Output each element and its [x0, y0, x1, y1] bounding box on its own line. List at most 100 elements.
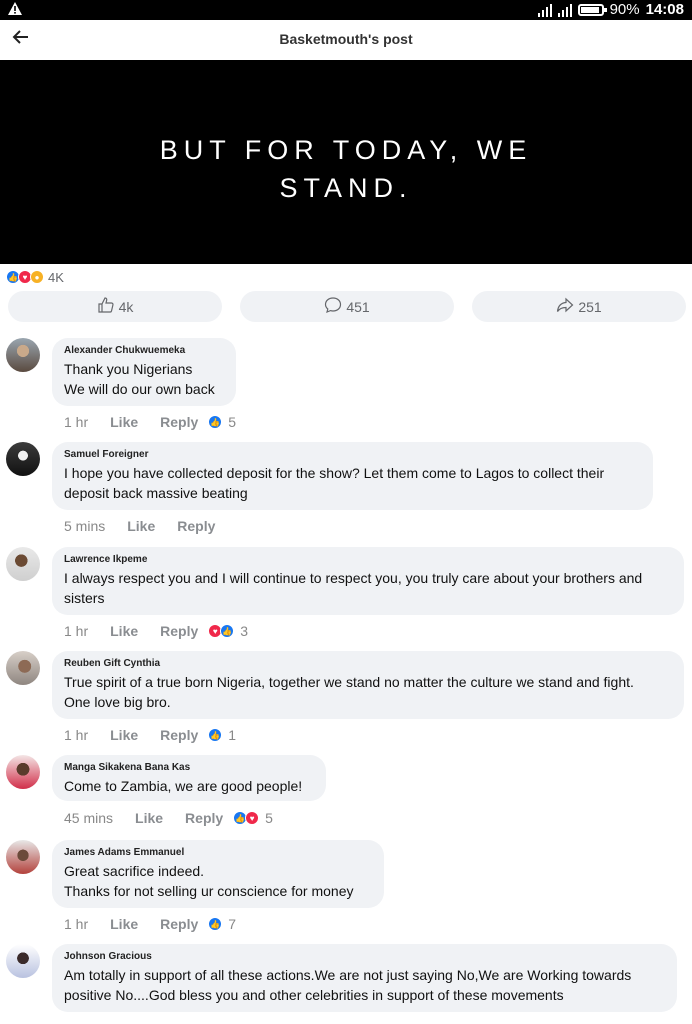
comment-reactions[interactable]: 👍 [208, 728, 223, 742]
comment-author[interactable]: Samuel Foreigner [64, 449, 641, 460]
comment-text: True spirit of a true born Nigeria, toge… [64, 672, 672, 712]
signal-icon [557, 3, 572, 17]
comment-reply-button[interactable]: Reply [160, 623, 198, 639]
like-count: 4k [118, 298, 134, 315]
comment-meta: 1 hr Like Reply ♥ 👍 3 [64, 623, 248, 639]
comment-meta: 1 hr Like Reply 👍 7 [64, 916, 236, 932]
comment-text-line: Thank you Nigerians [64, 361, 193, 377]
comment-like-button[interactable]: Like [110, 623, 138, 639]
comment-time: 5 mins [64, 518, 106, 534]
avatar[interactable] [6, 442, 40, 476]
comment-text: I hope you have collected deposit for th… [64, 463, 641, 503]
post-actions: 4k 451 251 [8, 291, 686, 323]
comment-bubble[interactable]: James Adams Emmanuel Great sacrifice ind… [52, 840, 384, 908]
page-title: Basketmouth's post [279, 31, 413, 47]
clock: 14:08 [645, 1, 684, 18]
comment-author[interactable]: James Adams Emmanuel [64, 847, 372, 858]
comment-bubble[interactable]: Johnson Gracious Am totally in support o… [52, 944, 677, 1012]
avatar[interactable] [6, 651, 40, 685]
comment-text: Great sacrifice indeed. Thanks for not s… [64, 861, 372, 901]
post-image-text-line1: BUT FOR TODAY, WE [159, 135, 533, 165]
like-button[interactable]: 4k [8, 291, 222, 322]
app-header: Basketmouth's post [0, 20, 692, 60]
avatar[interactable] [6, 840, 40, 874]
status-bar: 90% 14:08 [0, 0, 692, 20]
comment-reactions[interactable]: 👍 [208, 917, 223, 931]
comment-text-line: Thanks for not selling ur conscience for… [64, 883, 354, 899]
comment-text-line: We will do our own back [64, 381, 215, 397]
share-icon [556, 296, 574, 317]
comment-bubble[interactable]: Lawrence Ikpeme I always respect you and… [52, 547, 684, 615]
love-reaction-icon: ♥ [245, 811, 260, 825]
comment-like-button[interactable]: Like [110, 727, 138, 743]
comment-bubble[interactable]: Alexander Chukwuemeka Thank you Nigerian… [52, 338, 236, 406]
comment-reply-button[interactable]: Reply [177, 518, 215, 534]
comment-text-line: Come to Zambia, we are good people! [64, 778, 303, 794]
comment-text-line: I hope you have collected deposit for th… [64, 465, 605, 481]
comment-reaction-count: 5 [228, 414, 237, 430]
comment-reactions[interactable]: ♥ 👍 [208, 624, 235, 638]
comment-bubble[interactable]: Reuben Gift Cynthia True spirit of a tru… [52, 651, 684, 719]
avatar[interactable] [6, 755, 40, 789]
comment-reply-button[interactable]: Reply [185, 810, 223, 826]
comment-reply-button[interactable]: Reply [160, 727, 198, 743]
reaction-summary[interactable]: 👍 ♥ ● 4K [6, 268, 64, 286]
comment-like-button[interactable]: Like [110, 916, 138, 932]
comment-reaction-count: 1 [228, 727, 237, 743]
like-reaction-icon: 👍 [208, 728, 223, 742]
comment-author[interactable]: Reuben Gift Cynthia [64, 658, 672, 669]
comment-text: I always respect you and I will continue… [64, 568, 672, 608]
comment-time: 1 hr [64, 727, 89, 743]
comment-author[interactable]: Manga Sikakena Bana Kas [64, 762, 314, 773]
comment-author[interactable]: Lawrence Ikpeme [64, 554, 672, 565]
sad-reaction-icon: ● [30, 270, 44, 284]
comment-text-line: True spirit of a true born Nigeria, toge… [64, 674, 634, 690]
comment-author[interactable]: Alexander Chukwuemeka [64, 345, 224, 356]
comment-meta: 45 mins Like Reply 👍 ♥ 5 [64, 810, 273, 826]
comment-like-button[interactable]: Like [127, 518, 155, 534]
comment-text: Am totally in support of all these actio… [64, 965, 665, 1005]
comment-time: 45 mins [64, 810, 114, 826]
comment-text: Thank you Nigerians We will do our own b… [64, 359, 224, 399]
like-reaction-icon: 👍 [208, 917, 223, 931]
comment-text-line: One love big bro. [64, 694, 171, 710]
comment-time: 1 hr [64, 414, 89, 430]
comment-meta: 1 hr Like Reply 👍 1 [64, 727, 236, 743]
share-button[interactable]: 251 [472, 291, 686, 322]
comment-text-line: sisters [64, 590, 105, 606]
comment-author[interactable]: Johnson Gracious [64, 951, 665, 962]
battery-icon [577, 3, 607, 16]
comment-reactions[interactable]: 👍 [208, 415, 223, 429]
comment-text-line: positive No....God bless you and other c… [64, 987, 564, 1003]
comment-button[interactable]: 451 [240, 291, 454, 322]
thumbs-up-icon [97, 296, 115, 317]
comment-time: 1 hr [64, 916, 89, 932]
comment-reaction-count: 7 [228, 916, 237, 932]
avatar[interactable] [6, 547, 40, 581]
comment-text: Come to Zambia, we are good people! [64, 776, 314, 796]
battery-percent: 90% [609, 1, 640, 18]
avatar[interactable] [6, 338, 40, 372]
post-image[interactable]: BUT FOR TODAY, WE STAND. [0, 60, 692, 264]
comment-meta: 5 mins Like Reply [64, 518, 237, 534]
comment-like-button[interactable]: Like [110, 414, 138, 430]
comment-text-line: Am totally in support of all these actio… [64, 967, 632, 983]
comment-bubble[interactable]: Samuel Foreigner I hope you have collect… [52, 442, 653, 510]
comment-meta: 1 hr Like Reply 👍 5 [64, 414, 236, 430]
comment-reply-button[interactable]: Reply [160, 414, 198, 430]
like-reaction-icon: 👍 [208, 415, 223, 429]
comment-like-button[interactable]: Like [135, 810, 163, 826]
comment-text-line: I always respect you and I will continue… [64, 570, 643, 586]
avatar[interactable] [6, 944, 40, 978]
comment-reaction-count: 5 [265, 810, 273, 826]
reaction-count: 4K [48, 269, 64, 285]
signal-icon [537, 3, 552, 17]
comment-reaction-count: 3 [240, 623, 249, 639]
comment-text-line: deposit back massive beating [64, 485, 248, 501]
comment-reactions[interactable]: 👍 ♥ [233, 811, 260, 825]
comment-bubble[interactable]: Manga Sikakena Bana Kas Come to Zambia, … [52, 755, 326, 801]
post-image-text-line2: STAND. [279, 173, 413, 203]
like-reaction-icon: 👍 [220, 624, 235, 638]
share-count: 251 [578, 298, 602, 315]
comment-reply-button[interactable]: Reply [160, 916, 198, 932]
